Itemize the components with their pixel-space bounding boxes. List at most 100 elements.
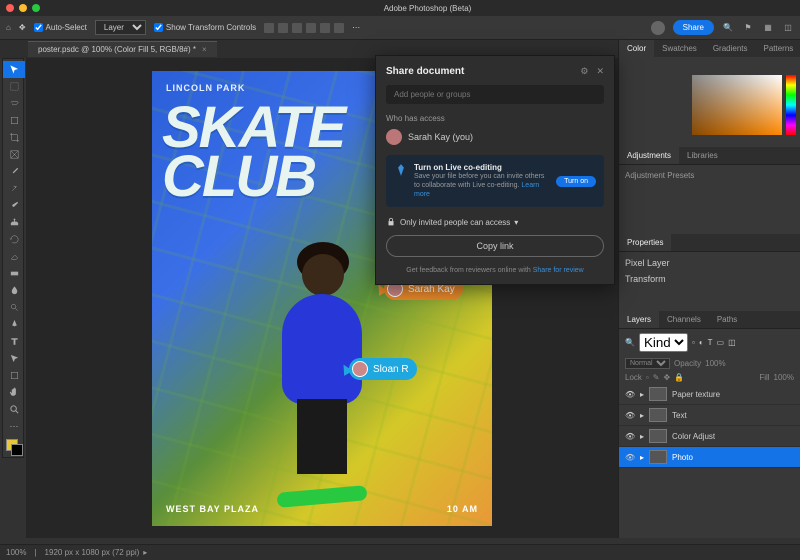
eyedropper-tool[interactable] [3,163,25,180]
visibility-toggle-icon[interactable]: 👁 [625,432,635,441]
healing-brush-tool[interactable] [3,180,25,197]
move-tool[interactable] [3,61,25,78]
share-for-review-link[interactable]: Share for review [533,267,584,274]
dodge-tool[interactable] [3,299,25,316]
frame-tool[interactable] [3,146,25,163]
hue-slider[interactable] [786,75,796,135]
filter-type-icon[interactable]: T [708,338,713,347]
tab-layers[interactable]: Layers [619,311,659,328]
crop-tool[interactable] [3,129,25,146]
lock-position-icon[interactable]: ✥ [663,373,670,382]
user-avatar-icon[interactable] [651,21,665,35]
minimize-window-button[interactable] [19,4,27,12]
document-tab[interactable]: poster.psdc @ 100% (Color Fill 5, RGB/8#… [28,41,217,57]
expand-icon[interactable]: ▸ [640,390,644,399]
tab-paths[interactable]: Paths [709,311,745,328]
layer-row[interactable]: 👁 ▸ Photo [619,447,800,468]
share-dialog: Share document ⚙ ✕ Add people or groups … [375,55,615,285]
lock-transparency-icon[interactable]: ▫ [646,373,649,382]
clone-stamp-tool[interactable] [3,214,25,231]
align-center-v-icon[interactable] [320,23,330,33]
filter-adjustment-icon[interactable]: ◐ [699,338,704,347]
tab-gradients[interactable]: Gradients [705,40,756,57]
brush-tool[interactable] [3,197,25,214]
tab-swatches[interactable]: Swatches [654,40,705,57]
close-window-button[interactable] [6,4,14,12]
expand-icon[interactable]: ▸ [640,432,644,441]
visibility-toggle-icon[interactable]: 👁 [625,411,635,420]
layer-filter-kind-dropdown[interactable]: Kind [639,333,688,352]
shape-tool[interactable] [3,367,25,384]
blend-mode-dropdown[interactable]: Normal [625,358,670,369]
color-swatches[interactable] [3,435,23,455]
collab-avatar-icon [352,361,368,377]
lock-all-icon[interactable]: 🔒 [674,373,684,382]
zoom-tool[interactable] [3,401,25,418]
share-button[interactable]: Share [673,20,714,35]
background-color-swatch[interactable] [11,444,23,456]
align-bottom-icon[interactable] [334,23,344,33]
expand-icon[interactable]: ▸ [640,411,644,420]
visibility-toggle-icon[interactable]: 👁 [625,390,635,399]
color-picker-field[interactable] [692,75,782,135]
gradient-tool[interactable] [3,265,25,282]
tab-properties[interactable]: Properties [619,234,671,251]
layer-thumbnail [649,429,667,443]
align-center-h-icon[interactable] [278,23,288,33]
marquee-tool[interactable] [3,78,25,95]
edit-toolbar-icon[interactable]: ⋯ [3,418,25,435]
expand-icon[interactable]: ▸ [640,453,644,462]
lasso-tool[interactable] [3,95,25,112]
close-tab-icon[interactable]: × [202,45,207,54]
copy-link-button[interactable]: Copy link [386,235,604,257]
arrange-icon[interactable]: ▦ [762,22,774,34]
path-selection-tool[interactable] [3,350,25,367]
align-top-icon[interactable] [306,23,316,33]
chevron-right-icon[interactable]: ▸ [143,548,147,557]
layer-name: Text [672,411,687,420]
owner-name: Sarah Kay (you) [408,132,473,142]
add-people-input[interactable]: Add people or groups [386,85,604,104]
more-options-icon[interactable]: ⋯ [352,23,360,32]
tab-color[interactable]: Color [619,40,654,57]
collab-cursor-user2: Sloan R [341,358,417,380]
tab-channels[interactable]: Channels [659,311,709,328]
type-tool[interactable] [3,333,25,350]
history-brush-tool[interactable] [3,231,25,248]
lock-pixels-icon[interactable]: ✎ [653,373,660,382]
align-right-icon[interactable] [292,23,302,33]
window-traffic-lights[interactable] [6,4,40,12]
visibility-toggle-icon[interactable]: 👁 [625,453,635,462]
hand-tool[interactable] [3,384,25,401]
layer-filter-icon[interactable]: 🔍 [625,338,635,347]
layer-name: Paper texture [672,390,720,399]
blur-tool[interactable] [3,282,25,299]
tab-adjustments[interactable]: Adjustments [619,147,679,164]
turn-on-button[interactable]: Turn on [556,176,596,187]
zoom-level[interactable]: 100% [6,548,26,557]
close-dialog-icon[interactable]: ✕ [596,66,604,77]
notifications-icon[interactable]: ⚑ [742,22,754,34]
layer-row[interactable]: 👁 ▸ Paper texture [619,384,800,405]
layer-row[interactable]: 👁 ▸ Color Adjust [619,426,800,447]
eraser-tool[interactable] [3,248,25,265]
share-settings-icon[interactable]: ⚙ [580,66,588,77]
promo-title: Turn on Live co-editing [414,163,550,172]
tab-patterns[interactable]: Patterns [756,40,800,57]
tab-libraries[interactable]: Libraries [679,147,726,164]
filter-pixel-icon[interactable]: ▫ [692,338,695,347]
align-left-icon[interactable] [264,23,274,33]
layer-row[interactable]: 👁 ▸ Text [619,405,800,426]
show-transform-checkbox[interactable]: Show Transform Controls [154,23,256,32]
auto-select-target-dropdown[interactable]: Layer [95,20,146,35]
filter-smart-icon[interactable]: ◫ [728,338,736,347]
access-mode-dropdown[interactable]: Only invited people can access ▾ [386,217,604,227]
maximize-window-button[interactable] [32,4,40,12]
selection-tool[interactable] [3,112,25,129]
workspace-icon[interactable]: ◫ [782,22,794,34]
filter-shape-icon[interactable]: ▭ [717,338,725,347]
auto-select-checkbox[interactable]: Auto-Select [34,23,87,32]
pen-tool[interactable] [3,316,25,333]
search-icon[interactable]: 🔍 [722,22,734,34]
home-icon[interactable]: ⌂ [6,23,11,32]
